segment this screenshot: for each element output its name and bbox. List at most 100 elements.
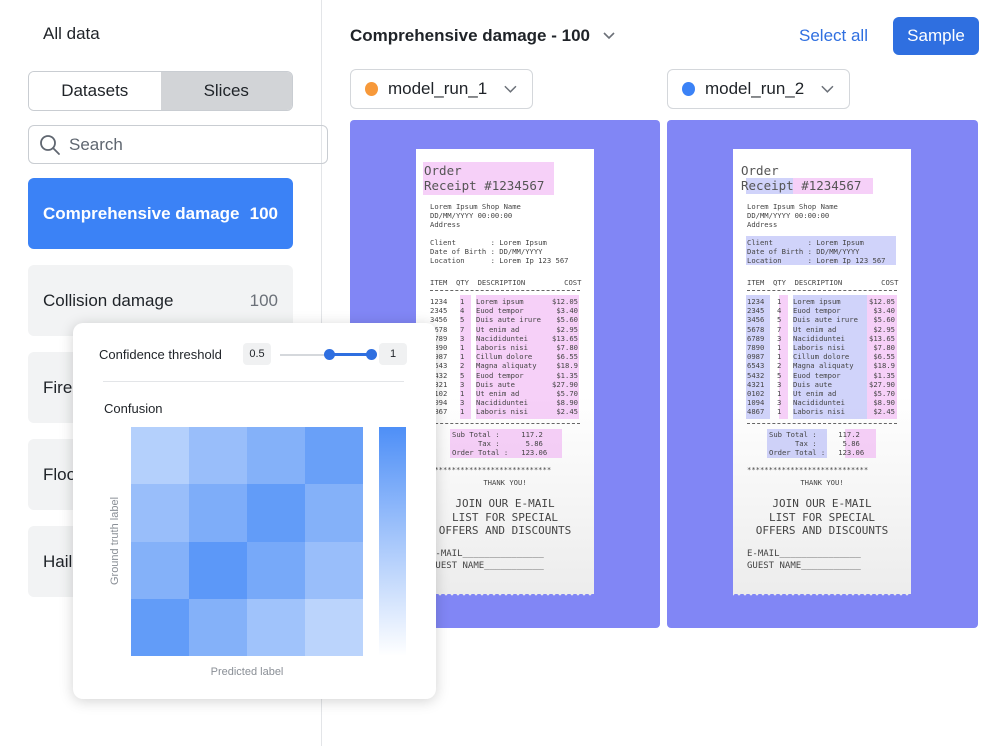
sample-image-panel-run-2[interactable]: Order Receipt #1234567 Lorem Ipsum Shop Na…: [667, 120, 978, 628]
slice-name: Floo: [43, 464, 77, 484]
chevron-down-icon: [603, 32, 615, 40]
receipt-line-item: 4867 1 Laboris nisi $2.45: [747, 407, 895, 417]
tab-datasets[interactable]: Datasets: [29, 72, 161, 110]
confusion-cell[interactable]: [189, 541, 247, 599]
receipt-line-item: 0102 1 Ut enim ad $5.70: [747, 389, 895, 399]
confusion-cell[interactable]: [189, 484, 247, 542]
receipt-totals: Sub Total : 117.2 Tax : 5.86 Order Total …: [769, 430, 865, 458]
receipt-line-item: 4321 3 Duis aute $27.90: [430, 379, 578, 389]
search-box[interactable]: [28, 125, 328, 164]
divider: [430, 290, 580, 291]
model-run-2-selector[interactable]: model_run_2: [667, 69, 850, 109]
receipt-line-item: 1094 3 Nacididuntei $8.90: [430, 398, 578, 408]
receipt-line-item: 5432 5 Euod tempor $1.35: [430, 370, 578, 380]
receipt-line-item: 5678 7 Ut enim ad $2.95: [430, 324, 578, 334]
receipt-line-item: 1094 3 Nacididuntei $8.90: [747, 398, 895, 408]
receipt-line-item: 0987 1 Cillum dolore $6.55: [747, 352, 895, 362]
receipt-join-text: JOIN OUR E-MAIL LIST FOR SPECIAL OFFERS AN…: [755, 497, 889, 537]
receipt-image: Order Receipt #1234567 Lorem Ipsum Shop Na…: [416, 149, 594, 597]
slice-count: 100: [249, 203, 278, 223]
confusion-cell[interactable]: [189, 427, 247, 485]
receipt-line-item: 4867 1 Laboris nisi $2.45: [430, 407, 578, 417]
receipt-line-item: 1234 1 Lorem ipsum $12.05: [747, 297, 895, 306]
run-name: model_run_1: [387, 79, 488, 98]
slice-title-dropdown[interactable]: Comprehensive damage - 100: [350, 26, 616, 46]
slice-item-comprehensive-damage[interactable]: Comprehensive damage 100: [28, 178, 293, 249]
receipt-stars: ****************************: [747, 465, 869, 474]
confusion-cell[interactable]: [305, 598, 363, 656]
page-title: Comprehensive damage - 100: [350, 26, 590, 45]
confusion-cell[interactable]: [305, 427, 363, 485]
receipt-line-item: 3456 5 Duis aute irure $5.60: [430, 315, 578, 325]
confusion-card: Confidence threshold 0.5 1 Confusion Gro…: [73, 323, 436, 699]
run-color-dot: [365, 82, 378, 96]
y-axis-label: Ground truth label: [109, 496, 121, 586]
receipt-line-item: 2345 4 Euod tempor $3.40: [430, 306, 578, 316]
confusion-matrix: [131, 427, 363, 656]
receipt-line-item: 3456 5 Duis aute irure $5.60: [747, 315, 895, 325]
confusion-cell[interactable]: [131, 598, 189, 656]
divider: [747, 423, 897, 424]
receipt-torn-edge: [416, 591, 594, 597]
receipt-line-item: 6789 3 Nacididuntei $13.65: [430, 333, 578, 343]
receipt-line-item: 0102 1 Ut enim ad $5.70: [430, 389, 578, 399]
all-data-heading[interactable]: All data: [43, 24, 100, 44]
confusion-label: Confusion: [104, 401, 163, 416]
confusion-cell[interactable]: [131, 427, 189, 485]
confusion-cell[interactable]: [247, 484, 305, 542]
receipt-line-item: 1234 1 Lorem ipsum $12.05: [430, 297, 578, 306]
slice-count: 100: [249, 290, 278, 310]
receipt-image: Order Receipt #1234567 Lorem Ipsum Shop Na…: [733, 149, 911, 597]
divider: [103, 381, 404, 382]
receipt-torn-edge: [733, 591, 911, 597]
confusion-cell[interactable]: [247, 598, 305, 656]
receipt-items: 1234 1 Lorem ipsum $12.05 2345 4 Euod tempor $3…: [430, 297, 578, 417]
receipt-line-item: 6543 2 Magna aliquaty $18.9: [430, 361, 578, 371]
receipt-line-item: 6789 3 Nacididuntei $13.65: [747, 333, 895, 343]
receipt-join-text: JOIN OUR E-MAIL LIST FOR SPECIAL OFFERS AN…: [438, 497, 572, 537]
confusion-cell[interactable]: [247, 427, 305, 485]
receipt-stars: ****************************: [430, 465, 552, 474]
search-icon: [40, 134, 60, 155]
receipt-line-item: 7890 1 Laboris nisi $7.80: [430, 343, 578, 353]
run-color-dot: [682, 82, 695, 96]
dataset-slice-toggle: Datasets Slices: [28, 71, 293, 111]
threshold-slider-high-handle[interactable]: [366, 349, 377, 360]
receipt-items: 1234 1 Lorem ipsum $12.05 2345 4 Euod tempor $3…: [747, 297, 895, 417]
confusion-cell[interactable]: [305, 484, 363, 542]
threshold-high-value[interactable]: 1: [379, 343, 407, 365]
receipt-thanks: THANK YOU!: [800, 478, 844, 487]
receipt-client-info: Client : Lorem Ipsum Date of Birth : DD/M…: [430, 238, 569, 266]
confusion-cell[interactable]: [131, 484, 189, 542]
slice-name: Collision damage: [43, 290, 174, 310]
receipt-email-fields: E-MAIL_______________ GUEST NAME_________…: [747, 549, 861, 571]
colorbar: [379, 427, 406, 656]
receipt-order-title: Order Receipt #1234567: [424, 163, 545, 193]
divider: [430, 423, 580, 424]
receipt-order-title: Order Receipt #1234567: [741, 163, 862, 193]
receipt-thanks: THANK YOU!: [483, 478, 527, 487]
receipt-totals: Sub Total : 117.2 Tax : 5.86 Order Total …: [452, 430, 548, 458]
threshold-low-value[interactable]: 0.5: [243, 343, 271, 365]
confusion-cell[interactable]: [305, 541, 363, 599]
confusion-cell[interactable]: [131, 541, 189, 599]
chevron-down-icon: [821, 85, 834, 93]
model-run-1-selector[interactable]: model_run_1: [350, 69, 533, 109]
slice-name: Comprehensive damage: [43, 203, 240, 223]
tab-slices[interactable]: Slices: [160, 72, 292, 110]
select-all-link[interactable]: Select all: [799, 26, 868, 46]
receipt-email-fields: E-MAIL_______________ GUEST NAME_________…: [430, 549, 544, 571]
search-input[interactable]: [69, 134, 289, 155]
threshold-slider-low-handle[interactable]: [324, 349, 335, 360]
receipt-shop-info: Lorem Ipsum Shop Name DD/MM/YYYY 00:00:00…: [747, 202, 838, 230]
receipt-line-item: 5678 7 Ut enim ad $2.95: [747, 324, 895, 334]
confusion-cell[interactable]: [189, 598, 247, 656]
confusion-cell[interactable]: [247, 541, 305, 599]
divider: [747, 290, 897, 291]
receipt-columns: ITEM QTY DESCRIPTION COST: [430, 278, 582, 287]
sample-button[interactable]: Sample: [893, 17, 979, 55]
chevron-down-icon: [504, 85, 517, 93]
receipt-line-item: 2345 4 Euod tempor $3.40: [747, 306, 895, 316]
slice-name: Fire: [43, 377, 73, 397]
receipt-shop-info: Lorem Ipsum Shop Name DD/MM/YYYY 00:00:00…: [430, 202, 521, 230]
